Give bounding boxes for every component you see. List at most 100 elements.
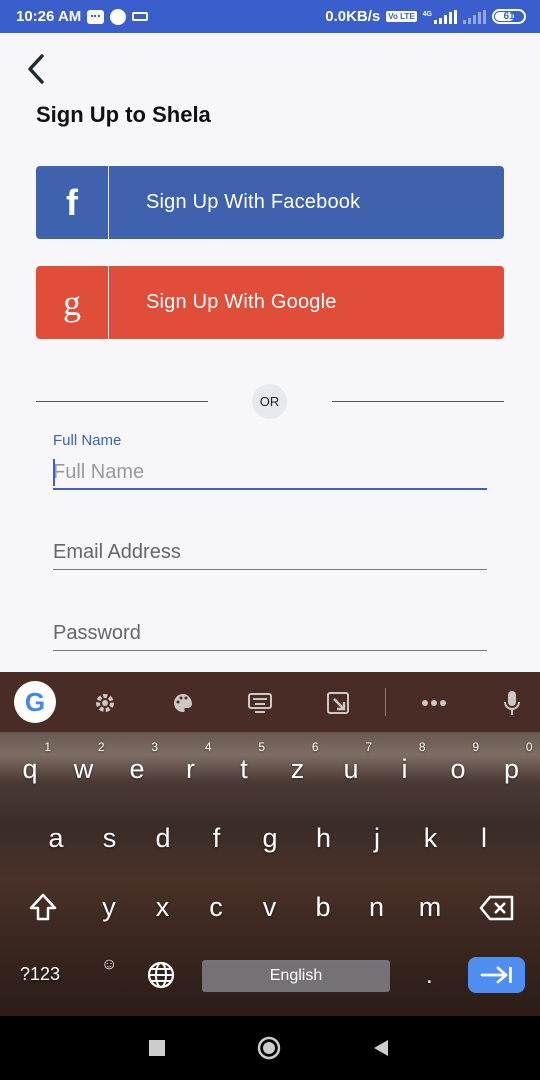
key-q[interactable]: q1	[3, 739, 57, 799]
key-label: r	[186, 754, 195, 784]
key-d[interactable]: d	[136, 808, 190, 868]
page-title: Sign Up to Shela	[36, 102, 211, 127]
key-e[interactable]: e3	[110, 739, 164, 799]
key-g[interactable]: g	[243, 808, 297, 868]
mic-icon[interactable]	[499, 690, 525, 716]
language-key[interactable]	[146, 960, 176, 995]
facebook-signup-button[interactable]: f Sign Up With Facebook	[36, 166, 504, 239]
back-button[interactable]	[22, 52, 52, 86]
battery-icon: 61	[492, 9, 526, 24]
text-cursor	[53, 459, 55, 486]
signal-2-icon	[463, 9, 486, 24]
status-bar: 10:26 AM 0.0KB/s Vo LTE 4G 61	[0, 0, 540, 33]
key-i[interactable]: i8	[378, 739, 432, 799]
key-number-hint: 4	[204, 740, 212, 754]
chat-bubble-icon	[110, 8, 127, 25]
key-l[interactable]: l	[457, 808, 511, 868]
key-label: i	[401, 754, 408, 784]
chevron-left-icon	[28, 54, 44, 84]
backspace-key[interactable]	[479, 895, 515, 926]
key-x[interactable]: x	[136, 877, 190, 937]
key-k[interactable]: k	[404, 808, 458, 868]
key-h[interactable]: h	[297, 808, 351, 868]
key-f[interactable]: f	[190, 808, 244, 868]
google-signup-button[interactable]: g Sign Up With Google	[36, 266, 504, 339]
key-label: p	[503, 754, 520, 784]
key-label: l	[481, 823, 487, 853]
key-b[interactable]: b	[296, 877, 350, 937]
key-u[interactable]: u7	[324, 739, 378, 799]
key-label: x	[155, 892, 170, 922]
key-label: a	[48, 823, 64, 853]
key-j[interactable]: j	[350, 808, 404, 868]
keyboard-icon[interactable]	[247, 690, 273, 716]
key-number-hint: 6	[311, 740, 319, 754]
back-icon[interactable]	[372, 1039, 390, 1062]
divider-right	[332, 401, 504, 402]
key-label: t	[240, 754, 248, 784]
password-input[interactable]	[53, 617, 487, 651]
signal-icon: 4G	[422, 9, 457, 24]
key-m[interactable]: m	[403, 877, 457, 937]
emoji-icon[interactable]: ☺	[101, 956, 117, 974]
net-type: 4G	[422, 10, 432, 18]
volte-icon: Vo LTE	[386, 11, 417, 22]
email-input[interactable]	[53, 536, 487, 570]
next-key[interactable]	[468, 957, 525, 993]
theme-icon[interactable]	[170, 690, 196, 716]
key-label: q	[22, 754, 38, 784]
full-name-input[interactable]	[53, 456, 487, 490]
facebook-icon: f	[36, 166, 109, 239]
symbols-key[interactable]: ?123	[20, 964, 60, 985]
key-label: k	[423, 823, 438, 853]
key-w[interactable]: w2	[57, 739, 111, 799]
network-speed: 0.0KB/s	[325, 8, 381, 25]
key-number-hint: 5	[258, 740, 265, 754]
key-number-hint: 1	[44, 740, 51, 754]
key-label: v	[262, 892, 277, 922]
home-icon[interactable]	[257, 1036, 281, 1065]
key-label: f	[212, 823, 221, 853]
soft-keyboard: G q1w2e3r4t5z6u7i8o9p0 asdfghjkl yxcvbnm…	[0, 672, 540, 1016]
key-c[interactable]: c	[189, 877, 243, 937]
period-key[interactable]: .	[426, 962, 433, 990]
key-number-hint: 8	[418, 740, 426, 754]
more-icon[interactable]	[421, 690, 447, 716]
google-signup-label: Sign Up With Google	[146, 291, 337, 313]
key-label: s	[102, 823, 117, 853]
key-label: m	[418, 892, 442, 922]
google-icon[interactable]: G	[14, 681, 56, 723]
key-label: e	[129, 754, 145, 784]
key-label: o	[450, 754, 466, 784]
key-label: z	[290, 754, 305, 784]
settings-icon[interactable]	[92, 690, 118, 716]
key-o[interactable]: o9	[431, 739, 485, 799]
keyboard-toolbar: G	[0, 672, 540, 732]
key-s[interactable]: s	[83, 808, 137, 868]
key-label: y	[102, 892, 116, 922]
or-badge: OR	[252, 384, 287, 419]
space-key[interactable]: English	[202, 960, 390, 992]
key-r[interactable]: r4	[164, 739, 218, 799]
key-z[interactable]: z6	[271, 739, 325, 799]
status-time: 10:26 AM	[16, 8, 82, 25]
key-label: c	[209, 892, 223, 922]
key-t[interactable]: t5	[217, 739, 271, 799]
key-label: h	[315, 823, 332, 853]
key-number-hint: 2	[97, 740, 105, 754]
facebook-signup-label: Sign Up With Facebook	[146, 191, 361, 213]
battery-level: 61	[503, 11, 515, 22]
divider-left	[36, 401, 208, 402]
resize-icon[interactable]	[325, 690, 351, 716]
google-plus-icon: g	[36, 266, 109, 339]
key-label: j	[374, 823, 380, 853]
key-number-hint: 9	[472, 740, 479, 754]
key-a[interactable]: a	[29, 808, 83, 868]
shift-key[interactable]	[28, 892, 58, 927]
key-number-hint: 3	[151, 740, 158, 754]
key-y[interactable]: y	[82, 877, 136, 937]
recents-icon[interactable]	[149, 1040, 165, 1061]
key-v[interactable]: v	[243, 877, 297, 937]
key-p[interactable]: p0	[485, 739, 539, 799]
key-n[interactable]: n	[350, 877, 404, 937]
